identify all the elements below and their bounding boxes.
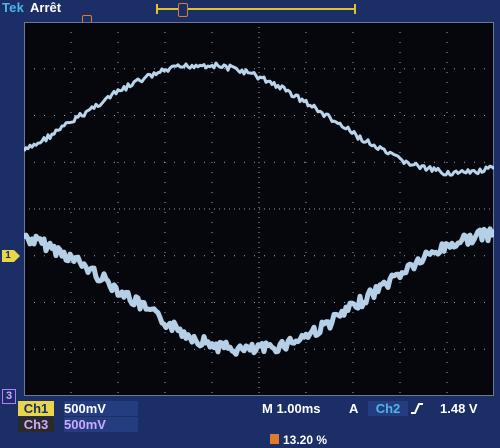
ch1-label[interactable]: Ch1 [18,401,54,416]
timebase-readout: M 1.00ms [262,401,321,416]
rising-edge-icon [411,403,423,414]
record-window-marker[interactable] [178,3,188,17]
waveform-display[interactable] [24,22,494,396]
waveform-trace-top [24,61,494,177]
brand-logo: Tek [2,0,25,15]
waveform-svg [24,22,494,396]
trigger-level: 1.48 V [440,401,478,416]
trigger-position-readout: 13.20 % [283,433,328,447]
record-end [354,4,356,14]
record-start [156,4,158,14]
ch1-ground-marker[interactable]: 1 [2,250,20,262]
record-length-bar[interactable] [156,3,356,17]
trigger-mode: A [349,401,359,416]
acquisition-status: Arrêt [30,0,62,15]
oscilloscope-screen: Tek Arrêt T 1 3 Ch1 500mV Ch3 500mV M 1.… [0,0,500,447]
ch3-indicator[interactable]: 3 [2,389,16,404]
ch1-scale: 500mV [64,401,138,416]
trigger-source: Ch2 [368,401,408,416]
ch3-label[interactable]: Ch3 [18,417,54,432]
trigger-position-icon [270,434,279,444]
ch3-scale: 500mV [64,417,138,432]
